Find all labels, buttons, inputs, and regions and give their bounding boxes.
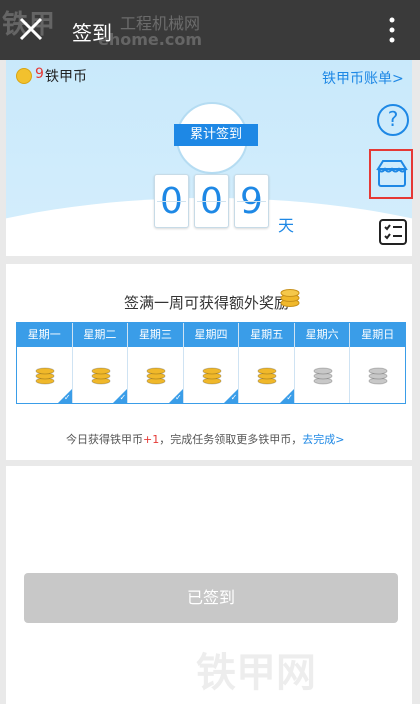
- coin-stack-icon: [35, 367, 55, 385]
- streak-digit: 0: [154, 174, 189, 228]
- streak-digit: 9: [234, 174, 269, 228]
- week-calendar: 星期一 ✓ 星期二 ✓ 星期三 ✓ 星期四 ✓ 星期五 ✓ 星期六 星期日: [16, 322, 406, 404]
- day-label: 星期一: [17, 323, 72, 347]
- streak-digit: 0: [194, 174, 229, 228]
- today-note: 今日获得铁甲币+1，完成任务领取更多铁甲币，去完成>: [66, 433, 345, 446]
- help-icon[interactable]: ?: [377, 104, 409, 136]
- day-label: 星期二: [72, 323, 128, 347]
- page-title: 签到: [72, 21, 112, 45]
- day-label: 星期六: [294, 323, 350, 347]
- coin-stack-icon: [202, 367, 222, 385]
- day-cell: 星期日: [350, 323, 406, 403]
- day-cell: 星期六: [294, 323, 351, 403]
- coin-label: 铁甲币: [45, 69, 87, 85]
- coin-stack-icon: [313, 367, 333, 385]
- day-cell: 星期二 ✓: [72, 323, 129, 403]
- day-cell: 星期四 ✓: [183, 323, 240, 403]
- watermark-domain: ehome.com: [98, 30, 202, 49]
- day-label: 星期三: [128, 323, 183, 347]
- watermark-bottom: 铁甲网: [196, 650, 316, 696]
- day-cell: 星期一 ✓: [17, 323, 73, 403]
- sign-in-panel: 9 铁甲币 铁甲币账单> 累计签到 0 0 9 天: [6, 60, 412, 256]
- top-bar: 铁甲 工程机械网 ehome.com 签到: [0, 0, 420, 60]
- more-menu-icon[interactable]: [382, 15, 402, 45]
- coin-stack-icon: [146, 367, 166, 385]
- coin-count: 9: [35, 66, 44, 82]
- streak-label: 累计签到: [174, 124, 258, 146]
- task-list-icon[interactable]: [377, 216, 409, 248]
- go-complete-link[interactable]: 去完成>: [302, 433, 344, 446]
- coin-bill-link[interactable]: 铁甲币账单>: [322, 68, 404, 88]
- weekly-title: 签满一周可获得额外奖励: [124, 294, 290, 312]
- day-label: 星期日: [350, 323, 406, 347]
- signed-button[interactable]: 已签到: [24, 573, 398, 623]
- shop-icon[interactable]: [375, 158, 409, 188]
- coin-stack-icon: [91, 367, 111, 385]
- day-label: 星期四: [183, 323, 239, 347]
- coin-icon: [16, 68, 32, 84]
- day-cell: 星期五 ✓: [239, 323, 295, 403]
- coin-stack-icon: [280, 289, 300, 307]
- day-cell: 星期三 ✓: [128, 323, 184, 403]
- close-icon[interactable]: [16, 14, 46, 44]
- streak-unit: 天: [278, 216, 295, 235]
- coin-stack-icon: [368, 367, 388, 385]
- coin-stack-icon: [257, 367, 277, 385]
- day-label: 星期五: [239, 323, 294, 347]
